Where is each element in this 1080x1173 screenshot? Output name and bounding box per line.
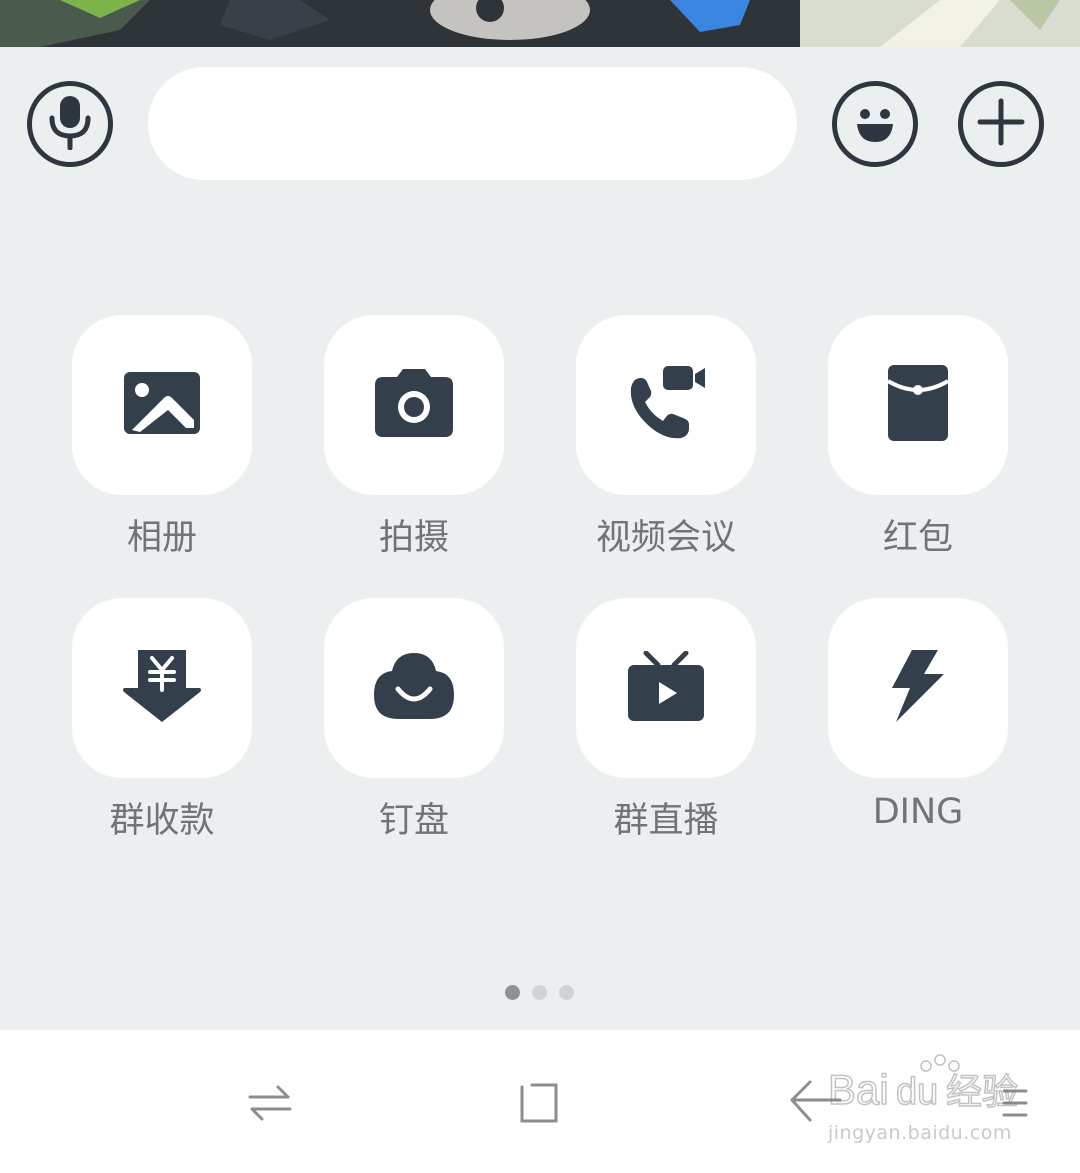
video-call-icon [627,366,705,444]
red-envelope-icon [886,365,950,445]
lightning-icon [890,650,946,726]
message-input-bar [0,47,1080,207]
group-payment-tile[interactable] [72,598,252,778]
baidu-watermark-logo: Bai du 经验 [827,1054,1019,1114]
grid-label: 视频会议 [595,518,736,558]
plus-icon [976,97,1026,151]
cloud-disk-icon [374,653,454,723]
svg-text:du: du [896,1071,938,1113]
grid-item-group-live[interactable]: 群直播 [576,598,756,843]
voice-input-button[interactable] [27,81,113,167]
grid-label: DING [872,792,964,832]
svg-text:经验: 经验 [946,1072,1018,1113]
switch-arrows-icon [248,1081,292,1129]
grid-label: 群收款 [109,801,215,841]
chat-wallpaper-strip [0,0,1080,47]
page-dot-2[interactable] [532,985,547,1000]
smiley-icon [845,92,905,156]
microphone-icon [45,94,95,154]
grid-label: 拍摄 [378,518,449,558]
grid-label: 相册 [126,518,197,558]
camera-tile[interactable] [324,315,504,495]
camera-icon [375,369,453,441]
svg-text:Bai: Bai [828,1066,889,1113]
emoji-button[interactable] [832,81,918,167]
page-dot-1[interactable] [505,985,520,1000]
home-button[interactable] [505,1070,575,1140]
page-indicator [505,985,574,1000]
watermark-url: jingyan.baidu.com [828,1122,1012,1144]
ding-disk-tile[interactable] [324,598,504,778]
grid-label: 钉盘 [378,801,449,841]
red-envelope-tile[interactable] [828,315,1008,495]
recent-apps-button[interactable] [235,1070,305,1140]
album-tile[interactable] [72,315,252,495]
grid-label: 红包 [882,518,953,558]
yuan-receive-icon [122,650,202,726]
more-actions-button[interactable] [958,81,1044,167]
grid-item-ding-disk[interactable]: 钉盘 [324,598,504,843]
grid-item-ding[interactable]: DING [828,598,1008,832]
ding-tile[interactable] [828,598,1008,778]
group-live-tile[interactable] [576,598,756,778]
page-dot-3[interactable] [559,985,574,1000]
grid-label: 群直播 [613,801,719,841]
grid-item-group-payment[interactable]: 群收款 [72,598,252,843]
baidu-watermark: Bai du 经验 jingyan.baidu.com [827,1052,1038,1152]
grid-item-video-meeting[interactable]: 视频会议 [576,315,756,560]
square-home-icon [518,1081,562,1129]
video-meeting-tile[interactable] [576,315,756,495]
live-tv-icon [628,650,704,725]
grid-item-red-envelope[interactable]: 红包 [828,315,1008,560]
image-icon [124,372,200,438]
grid-item-camera[interactable]: 拍摄 [324,315,504,560]
message-input[interactable] [148,67,797,180]
grid-item-album[interactable]: 相册 [72,315,252,560]
